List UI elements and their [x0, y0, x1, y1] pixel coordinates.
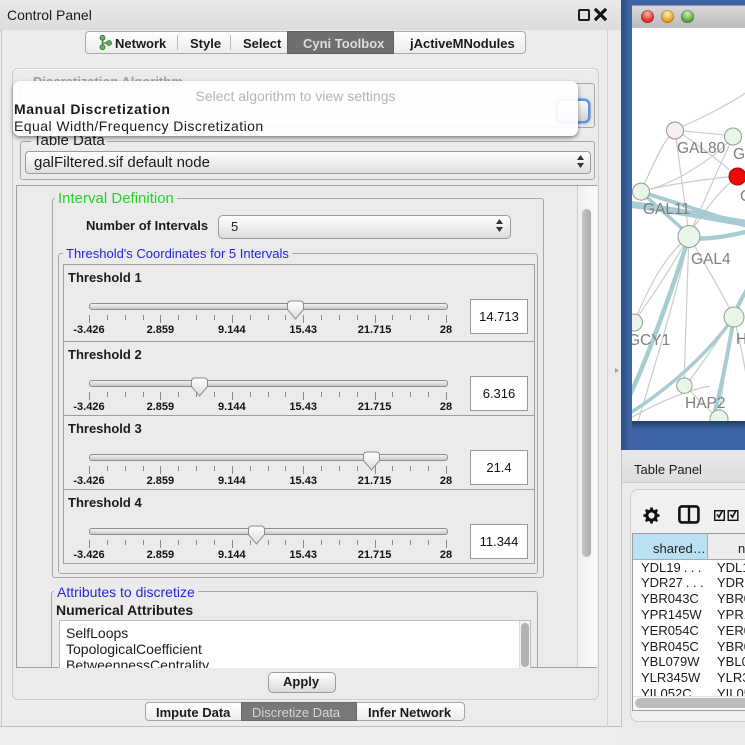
svg-text:GAL4: GAL4 — [691, 251, 731, 268]
svg-text:GAL11: GAL11 — [643, 201, 690, 218]
svg-text:GCY1: GCY1 — [632, 332, 670, 349]
svg-text:C: C — [740, 188, 745, 205]
svg-text:GAL80: GAL80 — [677, 140, 726, 157]
svg-text:GA: GA — [733, 146, 745, 163]
svg-text:H: H — [736, 331, 745, 348]
svg-text:HAP2: HAP2 — [685, 395, 726, 412]
